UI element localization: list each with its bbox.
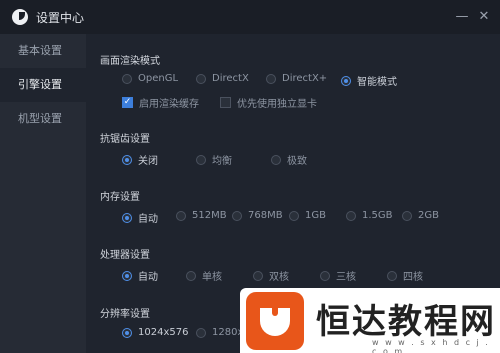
render-mode-directx-plus-radio[interactable]: DirectX+ xyxy=(266,73,327,84)
watermark-title: 恒达教程网 xyxy=(316,302,496,342)
dedicated-gpu-checkbox[interactable]: 优先使用独立显卡 xyxy=(220,95,317,110)
radio-icon xyxy=(320,270,330,281)
render-mode-opengl-radio[interactable]: OpenGL xyxy=(122,73,178,84)
render-mode-directx-radio[interactable]: DirectX xyxy=(196,73,249,84)
render-cache-checkbox[interactable]: ✓ 启用渲染缓存 xyxy=(122,95,199,110)
radio-icon xyxy=(402,210,412,221)
radio-selected-icon xyxy=(341,75,351,86)
radio-icon xyxy=(186,270,196,281)
antialias-balanced-radio[interactable]: 均衡 xyxy=(196,152,232,167)
memory-title: 内存设置 xyxy=(100,192,140,203)
watermark-url: w w w . s x h d c j . c o m xyxy=(372,338,490,353)
memory-auto-radio[interactable]: 自动 xyxy=(122,210,158,225)
radio-icon xyxy=(196,154,206,165)
memory-768mb-radio[interactable]: 768MB xyxy=(232,210,283,221)
radio-icon xyxy=(196,73,206,84)
cpu-title: 处理器设置 xyxy=(100,250,150,261)
antialias-extreme-radio[interactable]: 极致 xyxy=(271,152,307,167)
cpu-single-core-radio[interactable]: 单核 xyxy=(186,268,222,283)
memory-512mb-radio[interactable]: 512MB xyxy=(176,210,227,221)
title-bar: 设置中心 — ✕ xyxy=(0,0,500,34)
memory-1-5gb-radio[interactable]: 1.5GB xyxy=(346,210,393,221)
render-mode-smart-radio[interactable]: 智能模式 xyxy=(341,73,397,88)
site-watermark: 恒达教程网 w w w . s x h d c j . c o m xyxy=(240,288,500,353)
cpu-quad-core-radio[interactable]: 四核 xyxy=(387,268,423,283)
resolution-1024x576-radio[interactable]: 1024x576 xyxy=(122,327,188,338)
sidebar-item-device-settings[interactable]: 机型设置 xyxy=(0,102,86,136)
radio-icon xyxy=(122,73,132,84)
checkbox-icon xyxy=(220,97,231,108)
minimize-button[interactable]: — xyxy=(454,9,470,25)
sidebar-item-basic-settings[interactable]: 基本设置 xyxy=(0,34,86,68)
radio-icon xyxy=(196,327,206,338)
cpu-tri-core-radio[interactable]: 三核 xyxy=(320,268,356,283)
radio-icon xyxy=(266,73,276,84)
render-mode-title: 画面渲染模式 xyxy=(100,56,160,67)
resolution-title: 分辨率设置 xyxy=(100,309,150,320)
radio-icon xyxy=(176,210,186,221)
cpu-auto-radio[interactable]: 自动 xyxy=(122,268,158,283)
antialias-off-radio[interactable]: 关闭 xyxy=(122,152,158,167)
radio-icon xyxy=(387,270,397,281)
app-logo-icon xyxy=(12,9,28,25)
checkmark-icon: ✓ xyxy=(122,97,133,108)
radio-icon xyxy=(253,270,263,281)
radio-icon xyxy=(289,210,299,221)
radio-selected-icon xyxy=(122,270,132,281)
radio-icon xyxy=(232,210,242,221)
sidebar: 基本设置 引擎设置 机型设置 xyxy=(0,34,86,353)
window-title: 设置中心 xyxy=(36,10,85,25)
cpu-dual-core-radio[interactable]: 双核 xyxy=(253,268,289,283)
radio-selected-icon xyxy=(122,327,132,338)
radio-icon xyxy=(271,154,281,165)
watermark-logo-icon xyxy=(246,291,304,350)
sidebar-item-engine-settings[interactable]: 引擎设置 xyxy=(0,68,86,102)
radio-selected-icon xyxy=(122,212,132,223)
close-button[interactable]: ✕ xyxy=(476,9,492,25)
radio-selected-icon xyxy=(122,154,132,165)
radio-icon xyxy=(346,210,356,221)
memory-2gb-radio[interactable]: 2GB xyxy=(402,210,439,221)
antialias-title: 抗锯齿设置 xyxy=(100,134,150,145)
memory-1gb-radio[interactable]: 1GB xyxy=(289,210,326,221)
